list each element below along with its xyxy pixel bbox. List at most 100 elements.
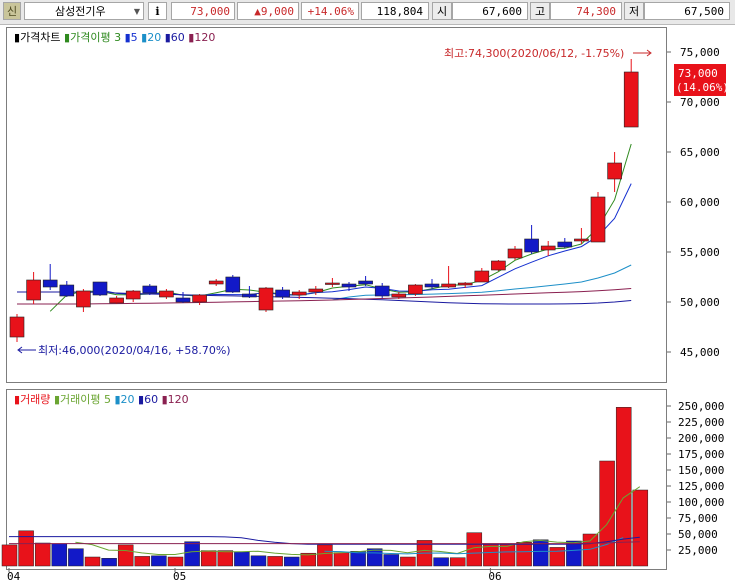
candle (175, 292, 191, 303)
candle (109, 296, 124, 304)
candle (607, 152, 622, 192)
volume-bar (200, 550, 217, 567)
candle (557, 238, 573, 248)
candle-body (408, 284, 423, 295)
candle (125, 290, 141, 302)
price-axis-label: 60,000 (680, 196, 720, 209)
volume-bar (599, 460, 615, 567)
candle (242, 286, 257, 298)
volume-axis-label: 250,000 (678, 400, 724, 413)
candle-body (358, 280, 373, 285)
price-axis-label: 50,000 (680, 296, 720, 309)
candle-body (225, 276, 241, 293)
candle (26, 272, 41, 304)
stock-chart-window: 신 삼성전기우 ▼ i 73,000 ▲9,000 +14.06% 118,804… (0, 0, 735, 582)
candle-body (308, 288, 324, 293)
candle-body (574, 238, 589, 242)
candle (474, 268, 490, 283)
volume-bar (84, 556, 101, 567)
volume-bar (449, 557, 466, 567)
candle (92, 281, 108, 296)
volume-bar (549, 547, 566, 567)
volume-bar (217, 550, 234, 567)
candle (258, 287, 274, 312)
x-axis-label: 06 (488, 570, 501, 582)
volume-bar (101, 558, 117, 567)
candle (507, 246, 523, 260)
candle (524, 225, 539, 254)
volume-axis-label: 25,000 (678, 544, 718, 557)
high-annotation: 최고:74,300(2020/06/12, -1.75%) (444, 47, 624, 60)
x-axis-label: 04 (7, 570, 21, 582)
volume-bar (117, 544, 134, 567)
volume-bar (433, 557, 449, 567)
volume-bar (499, 543, 516, 567)
volume-bar (400, 556, 416, 567)
candle-body (341, 283, 357, 288)
candle-body (623, 71, 639, 128)
volume-bar (516, 542, 532, 567)
volume-bar (333, 552, 350, 567)
candle-body (208, 280, 224, 285)
volume-axis-label: 200,000 (678, 432, 724, 445)
candle (59, 281, 75, 297)
candle-body (26, 279, 41, 301)
candle (540, 241, 556, 256)
last-price-label: 73,000 (678, 67, 718, 80)
candle (159, 289, 174, 299)
candle-body (92, 281, 108, 296)
candle-body (590, 196, 606, 243)
candle-body (474, 270, 490, 283)
candle-body (242, 293, 257, 298)
candle-body (540, 245, 556, 251)
candle (491, 260, 506, 271)
candle-body (192, 294, 207, 303)
price-ma-line-5 (83, 183, 632, 296)
volume-bar (317, 544, 333, 567)
candle-body (325, 282, 340, 285)
candle (358, 276, 373, 286)
price-axis-label: 45,000 (680, 346, 720, 359)
candle (623, 59, 639, 128)
candle (441, 266, 456, 288)
candle (208, 279, 224, 286)
volume-bar (134, 556, 151, 567)
candle-body (125, 290, 141, 300)
volume-bar (350, 551, 366, 567)
candle (325, 278, 340, 287)
volume-bar (184, 541, 200, 567)
candle-body (159, 290, 174, 298)
candle-body (374, 285, 390, 297)
volume-bar (18, 530, 34, 567)
volume-bar (366, 548, 383, 567)
candle-body (507, 248, 523, 259)
volume-bar (151, 555, 167, 567)
price-ma-line-60 (17, 291, 632, 305)
volume-bar (234, 551, 250, 567)
volume-axis-label: 175,000 (678, 448, 724, 461)
candle (341, 282, 357, 291)
price-axis-label: 55,000 (680, 246, 720, 259)
candle (574, 228, 589, 244)
candle-body (258, 287, 274, 311)
low-annotation: 최저:46,000(2020/04/16, +58.70%) (38, 344, 231, 357)
volume-bar (68, 548, 84, 567)
volume-axis-label: 50,000 (678, 528, 718, 541)
candle (374, 283, 390, 298)
candle (192, 294, 207, 305)
candle-body (9, 316, 25, 338)
last-price-pct: (14.06%) (676, 81, 729, 94)
x-axis-label: 05 (173, 570, 186, 582)
candle-body (76, 290, 91, 308)
volume-bar (283, 556, 300, 567)
volume-bar (383, 554, 400, 567)
volume-bar (51, 543, 68, 567)
candle-body (491, 260, 506, 271)
candle (275, 287, 290, 299)
candle-body (457, 282, 473, 286)
candle-body (524, 238, 539, 253)
price-axis-label: 65,000 (680, 146, 720, 159)
candle-body (275, 289, 290, 298)
volume-axis-label: 150,000 (678, 464, 724, 477)
volume-bar (34, 542, 51, 567)
